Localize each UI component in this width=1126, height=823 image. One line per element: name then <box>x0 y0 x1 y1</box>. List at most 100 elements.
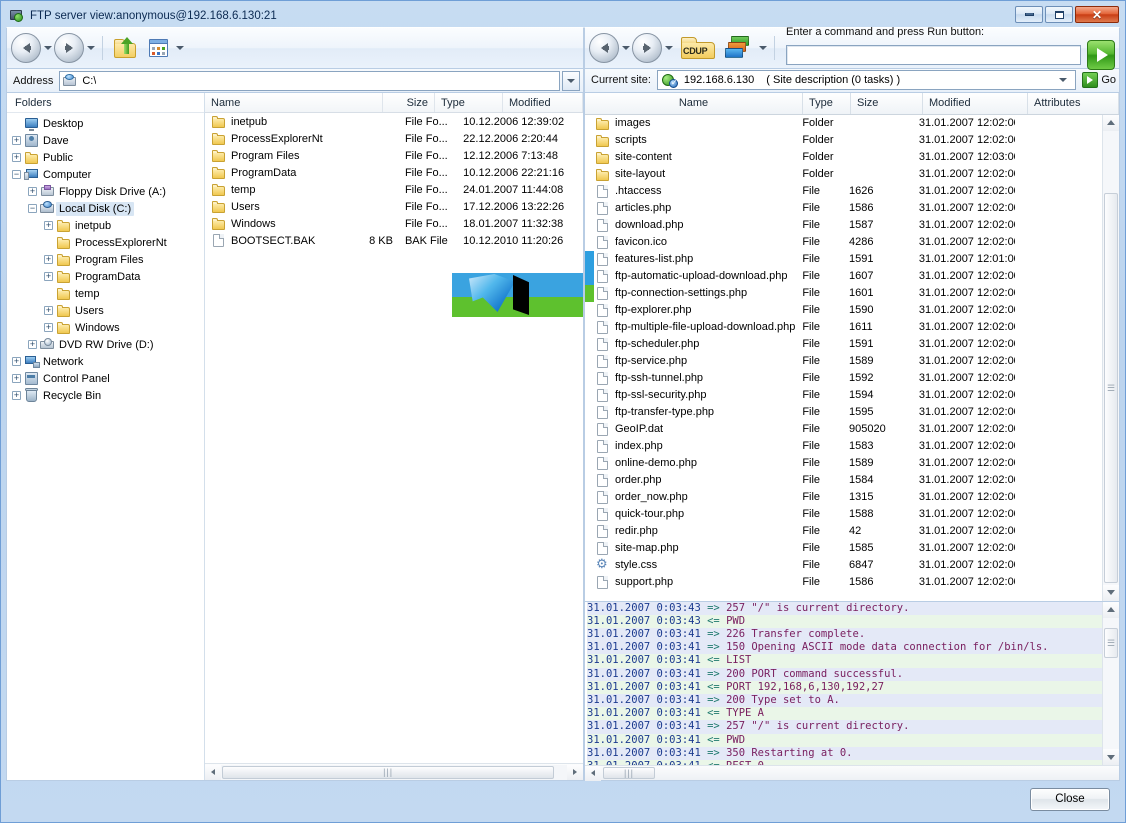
tree-item[interactable]: ProcessExplorerNt <box>7 234 204 251</box>
scroll-thumb[interactable]: ||| <box>222 765 555 779</box>
tree-item[interactable]: Desktop <box>7 115 204 132</box>
scroll-thumb[interactable]: ||| <box>603 767 655 779</box>
local-back-button[interactable] <box>11 33 41 63</box>
table-row[interactable]: ftp-transfer-type.php File 1595 31.01.2007 … <box>585 404 1102 421</box>
views-dropdown[interactable] <box>173 34 186 62</box>
local-horizontal-scrollbar[interactable]: ||| <box>205 763 583 780</box>
scroll-up-button[interactable] <box>1103 601 1119 618</box>
collapse-icon[interactable]: − <box>12 170 21 179</box>
table-row[interactable]: features-list.php File 1591 31.01.2007 12:0… <box>585 250 1102 268</box>
expand-icon[interactable]: + <box>28 187 37 196</box>
table-row[interactable]: articles.php File 1586 31.01.2007 12:02:00 <box>585 200 1102 217</box>
site-selector[interactable]: 192.168.6.130 ( Site description (0 task… <box>656 70 1077 91</box>
scroll-down-button[interactable] <box>1103 584 1119 601</box>
run-command-button[interactable] <box>1087 40 1115 70</box>
scroll-down-button[interactable] <box>1103 749 1119 765</box>
tree-item[interactable]: + Dave <box>7 132 204 149</box>
scroll-left-button[interactable] <box>585 765 601 781</box>
table-row[interactable]: style.css File 6847 31.01.2007 12:02:00 <box>585 557 1102 574</box>
local-column-modified[interactable]: Modified <box>503 93 583 112</box>
up-one-level-button[interactable] <box>114 37 138 59</box>
table-row[interactable]: site-content Folder 31.01.2007 12:03:00 <box>585 149 1102 166</box>
scroll-up-button[interactable] <box>1103 114 1119 131</box>
expand-icon[interactable]: + <box>44 255 53 264</box>
maximize-button[interactable] <box>1045 6 1073 23</box>
table-row[interactable]: Windows File Fo... 18.01.2007 11:32:38 <box>205 215 583 232</box>
minimize-button[interactable] <box>1015 6 1043 23</box>
table-row[interactable]: favicon.ico File 4286 31.01.2007 12:02:00 <box>585 234 1102 251</box>
chevron-down-icon[interactable] <box>1059 78 1068 83</box>
table-row[interactable]: download.php File 1587 31.01.2007 12:02:00 <box>585 217 1102 234</box>
tree-item[interactable]: + Users <box>7 302 204 319</box>
expand-icon[interactable]: + <box>12 153 21 162</box>
tree-item[interactable]: + Public <box>7 149 204 166</box>
expand-icon[interactable]: + <box>12 391 21 400</box>
expand-icon[interactable]: + <box>12 357 21 366</box>
table-row[interactable]: ftp-ssl-security.php File 1594 31.01.2007 1… <box>585 387 1102 404</box>
scroll-right-button[interactable] <box>567 764 583 780</box>
local-column-name[interactable]: Name <box>205 93 383 112</box>
views-button[interactable] <box>149 39 168 57</box>
expand-icon[interactable]: + <box>44 306 53 315</box>
remote-back-button[interactable] <box>589 33 619 63</box>
expand-icon[interactable]: + <box>28 340 37 349</box>
command-input[interactable] <box>786 45 1081 65</box>
log-vertical-scrollbar[interactable]: ☰ <box>1102 601 1119 765</box>
local-list-body[interactable]: inetpub File Fo... 10.12.2006 12:39:02 Proc… <box>205 113 583 763</box>
table-row[interactable]: support.php File 1586 31.01.2007 12:02:00 <box>585 574 1102 591</box>
table-row[interactable]: BOOTSECT.BAK 8 KB BAK File 10.12.2010 11:20… <box>205 232 583 249</box>
table-row[interactable]: ftp-automatic-upload-download.php File 160… <box>585 267 1102 285</box>
remote-forward-dropdown[interactable] <box>662 34 675 62</box>
log-horizontal-scrollbar[interactable]: ||| <box>585 765 1119 781</box>
table-row[interactable]: temp File Fo... 24.01.2007 11:44:08 <box>205 181 583 198</box>
local-column-size[interactable]: Size <box>383 93 435 112</box>
remote-vertical-scrollbar[interactable]: ☰ <box>1102 114 1119 601</box>
close-button[interactable]: Close <box>1030 787 1110 811</box>
tree-item[interactable]: − Local Disk (C:) <box>7 200 204 217</box>
address-dropdown-button[interactable] <box>562 70 580 91</box>
go-button[interactable]: Go <box>1076 72 1116 89</box>
tree-item[interactable]: + Control Panel <box>7 370 204 387</box>
table-row[interactable]: ftp-multiple-file-upload-download.php Fil… <box>585 319 1102 336</box>
cdup-button[interactable]: CDUP <box>679 36 719 60</box>
remote-column-attributes[interactable]: Attributes <box>1028 92 1119 114</box>
table-row[interactable]: site-layout Folder 31.01.2007 12:02:00 <box>585 166 1102 183</box>
tree-item[interactable]: + inetpub <box>7 217 204 234</box>
remote-column-size[interactable]: Size <box>851 92 923 114</box>
local-forward-dropdown[interactable] <box>84 34 97 62</box>
tree-item[interactable]: temp <box>7 285 204 302</box>
table-row[interactable]: quick-tour.php File 1588 31.01.2007 12:02:0… <box>585 506 1102 523</box>
remote-forward-button[interactable] <box>632 33 662 63</box>
local-back-dropdown[interactable] <box>41 34 54 62</box>
table-row[interactable]: ftp-explorer.php File 1590 31.01.2007 12:02… <box>585 302 1102 319</box>
tree-item[interactable]: + DVD RW Drive (D:) <box>7 336 204 353</box>
table-row[interactable]: Users File Fo... 17.12.2006 13:22:26 <box>205 198 583 215</box>
folder-tree[interactable]: Desktop + Dave + Public − Computer + Floppy Disk… <box>7 113 204 780</box>
tree-item[interactable]: + Program Files <box>7 251 204 268</box>
table-row[interactable]: ftp-ssh-tunnel.php File 1592 31.01.2007 12:… <box>585 370 1102 387</box>
log-lines[interactable]: 31.01.2007 0:03:43 => 257 "/" is current… <box>585 601 1102 765</box>
expand-icon[interactable]: + <box>44 323 53 332</box>
table-row[interactable]: Program Files File Fo... 12.12.2006 7:13:4… <box>205 147 583 164</box>
remote-list-body[interactable]: images Folder 31.01.2007 12:02:00 scripts Fo… <box>585 115 1102 601</box>
scroll-track[interactable]: ☰ <box>1103 617 1119 749</box>
remote-column-type[interactable]: Type <box>803 92 851 114</box>
table-row[interactable]: .htaccess File 1626 31.01.2007 12:02:00 <box>585 183 1102 200</box>
table-row[interactable]: order_now.php File 1315 31.01.2007 12:02:00 <box>585 489 1102 506</box>
address-input[interactable]: C:\ <box>59 70 560 91</box>
tree-item[interactable]: + Windows <box>7 319 204 336</box>
table-row[interactable]: GeoIP.dat File 905020 31.01.2007 12:02:00 <box>585 421 1102 438</box>
table-row[interactable]: redir.php File 42 31.01.2007 12:02:00 <box>585 523 1102 540</box>
table-row[interactable]: order.php File 1584 31.01.2007 12:02:00 <box>585 472 1102 489</box>
window-close-button[interactable]: ✕ <box>1075 6 1119 23</box>
expand-icon[interactable]: + <box>44 272 53 281</box>
local-forward-button[interactable] <box>54 33 84 63</box>
expand-icon[interactable]: + <box>12 136 21 145</box>
table-row[interactable]: ftp-connection-settings.php File 1601 31.01… <box>585 284 1102 302</box>
table-row[interactable]: ProgramData File Fo... 10.12.2006 22:21:16 <box>205 164 583 181</box>
collapse-icon[interactable]: − <box>28 204 37 213</box>
table-row[interactable]: site-map.php File 1585 31.01.2007 12:02:00 <box>585 540 1102 557</box>
tree-item[interactable]: + ProgramData <box>7 268 204 285</box>
tree-item[interactable]: + Network <box>7 353 204 370</box>
table-row[interactable]: ftp-service.php File 1589 31.01.2007 12:02:… <box>585 353 1102 370</box>
